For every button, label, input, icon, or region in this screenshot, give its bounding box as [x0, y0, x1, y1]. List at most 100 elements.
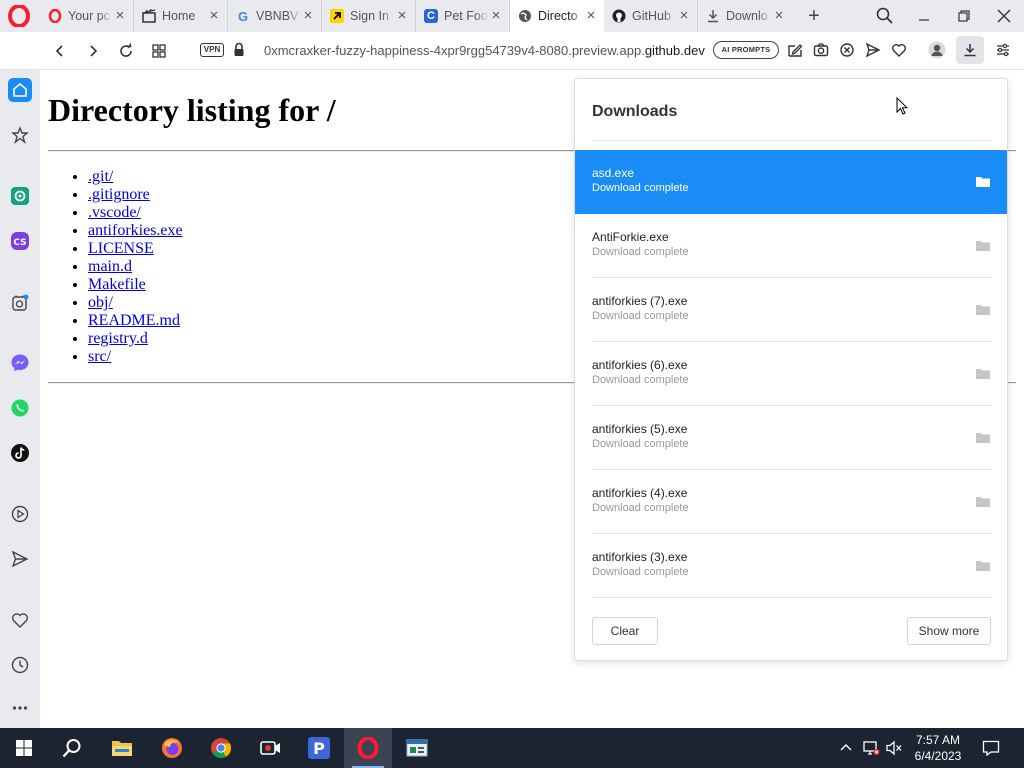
tab-downloads[interactable]: Downlo ×: [698, 0, 792, 32]
opera-menu-icon[interactable]: [8, 4, 30, 28]
close-tab-icon[interactable]: ×: [772, 8, 786, 23]
pinboard-icon[interactable]: [8, 123, 32, 147]
url-field[interactable]: 0xmcraxker-fuzzy-happiness-4xpr9rgg54739…: [264, 43, 705, 58]
tab-title: Home: [162, 9, 196, 23]
notifications-icon[interactable]: [982, 740, 1000, 757]
tab-home[interactable]: Home ×: [134, 0, 228, 32]
downloads-toolbar-icon[interactable]: [956, 36, 984, 64]
pandora-p-icon[interactable]: P: [295, 728, 343, 768]
player-icon[interactable]: [8, 502, 32, 526]
tab-vbnbv[interactable]: G VBNBV ×: [228, 0, 322, 32]
windows-start-icon[interactable]: [0, 728, 48, 768]
file-link-license[interactable]: LICENSE: [88, 240, 154, 257]
opera-taskbar-icon[interactable]: [344, 728, 392, 768]
history-clock-icon[interactable]: [8, 653, 32, 677]
instagram-icon[interactable]: [8, 291, 32, 315]
screen-recorder-icon[interactable]: [246, 728, 294, 768]
download-item[interactable]: antiforkies (5).exe Download complete: [575, 406, 1007, 470]
edit-icon[interactable]: [785, 40, 805, 60]
download-item[interactable]: asd.exe Download complete: [575, 150, 1007, 214]
search-icon[interactable]: [48, 728, 96, 768]
page-heading: Directory listing for /: [48, 92, 336, 128]
show-in-folder-icon[interactable]: [975, 431, 991, 444]
show-in-folder-icon[interactable]: [975, 495, 991, 508]
speed-dial-grid-icon[interactable]: [148, 40, 170, 62]
file-link-src[interactable]: src/: [88, 348, 111, 365]
tab-directory-listing[interactable]: Directo ×: [510, 0, 604, 32]
show-more-button[interactable]: Show more: [907, 617, 991, 645]
tiktok-icon[interactable]: [8, 441, 32, 465]
chatsonic-icon[interactable]: CS: [8, 229, 32, 253]
file-link-antiforkies-exe[interactable]: antiforkies.exe: [88, 222, 183, 239]
show-hidden-icons-chevron-icon[interactable]: [838, 740, 854, 756]
file-link-makefile[interactable]: Makefile: [88, 276, 146, 293]
download-item[interactable]: AntiForkie.exe Download complete: [575, 214, 1007, 278]
search-tabs-icon[interactable]: [875, 6, 895, 26]
download-filename: asd.exe: [592, 166, 635, 180]
file-link-vscode[interactable]: .vscode/: [88, 204, 141, 221]
heart-icon[interactable]: [889, 40, 909, 60]
tab-pet-food[interactable]: C Pet Foo ×: [416, 0, 510, 32]
file-link-registry-d[interactable]: registry.d: [88, 330, 148, 347]
tab-sign-in[interactable]: Sign In ×: [322, 0, 416, 32]
show-in-folder-icon[interactable]: [975, 239, 991, 252]
download-item[interactable]: antiforkies (4).exe Download complete: [575, 470, 1007, 534]
close-tab-icon[interactable]: ×: [207, 8, 221, 23]
tab-github[interactable]: GitHub ×: [604, 0, 698, 32]
ad-block-icon[interactable]: [837, 40, 857, 60]
profile-icon[interactable]: [927, 40, 947, 60]
download-item[interactable]: antiforkies (6).exe Download complete: [575, 342, 1007, 406]
close-tab-icon[interactable]: ×: [489, 8, 503, 23]
vpn-badge[interactable]: VPN: [200, 43, 224, 57]
ai-prompts-button[interactable]: AI PROMPTS: [713, 41, 779, 59]
show-in-folder-icon[interactable]: [975, 367, 991, 380]
firefox-icon[interactable]: [148, 728, 196, 768]
address-bar: VPN 0xmcraxker-fuzzy-happiness-4xpr9rgg5…: [0, 32, 1024, 70]
whatsapp-icon[interactable]: [8, 396, 32, 420]
clear-downloads-button[interactable]: Clear: [592, 617, 658, 645]
close-tab-icon[interactable]: ×: [113, 8, 127, 23]
svg-text:P: P: [313, 739, 325, 758]
chatgpt-icon[interactable]: [8, 184, 32, 208]
globe-icon: [518, 9, 532, 23]
app-window-icon[interactable]: [393, 728, 441, 768]
new-tab-button[interactable]: +: [804, 6, 824, 26]
bookmarks-heart-icon[interactable]: [8, 608, 32, 632]
more-options-icon[interactable]: [8, 696, 32, 720]
my-flow-icon[interactable]: [8, 547, 32, 571]
messenger-icon[interactable]: [8, 351, 32, 375]
file-explorer-icon[interactable]: [98, 728, 146, 768]
close-window-icon[interactable]: [991, 4, 1017, 28]
download-status: Download complete: [592, 502, 689, 514]
show-in-folder-icon[interactable]: [975, 303, 991, 316]
close-tab-icon[interactable]: ×: [584, 8, 598, 23]
file-link-readme[interactable]: README.md: [88, 312, 180, 329]
arrow-logo-icon: [330, 9, 344, 23]
download-item[interactable]: antiforkies (7).exe Download complete: [575, 278, 1007, 342]
lock-icon[interactable]: [232, 42, 246, 58]
file-link-git[interactable]: .git/: [88, 168, 113, 185]
forward-icon[interactable]: [82, 40, 104, 62]
volume-muted-icon[interactable]: [885, 740, 903, 756]
easy-setup-icon[interactable]: [993, 40, 1013, 60]
network-icon[interactable]: [862, 740, 880, 756]
show-in-folder-icon[interactable]: [975, 175, 991, 188]
restore-icon[interactable]: [951, 4, 977, 28]
close-tab-icon[interactable]: ×: [395, 8, 409, 23]
download-item[interactable]: antiforkies (3).exe Download complete: [575, 534, 1007, 598]
minimize-icon[interactable]: [911, 4, 937, 28]
send-icon[interactable]: [863, 40, 883, 60]
taskbar-clock[interactable]: 7:57 AM 6/4/2023: [906, 732, 970, 764]
file-link-main-d[interactable]: main.d: [88, 258, 132, 275]
reload-icon[interactable]: [115, 40, 137, 62]
chrome-icon[interactable]: [197, 728, 245, 768]
back-icon[interactable]: [49, 40, 71, 62]
speed-dial-home-icon[interactable]: [8, 78, 32, 102]
close-tab-icon[interactable]: ×: [301, 8, 315, 23]
camera-icon[interactable]: [811, 40, 831, 60]
close-tab-icon[interactable]: ×: [677, 8, 691, 23]
tab-your-pc[interactable]: Your pc ×: [40, 0, 134, 32]
file-link-gitignore[interactable]: .gitignore: [88, 186, 150, 203]
show-in-folder-icon[interactable]: [975, 559, 991, 572]
file-link-obj[interactable]: obj/: [88, 294, 113, 311]
